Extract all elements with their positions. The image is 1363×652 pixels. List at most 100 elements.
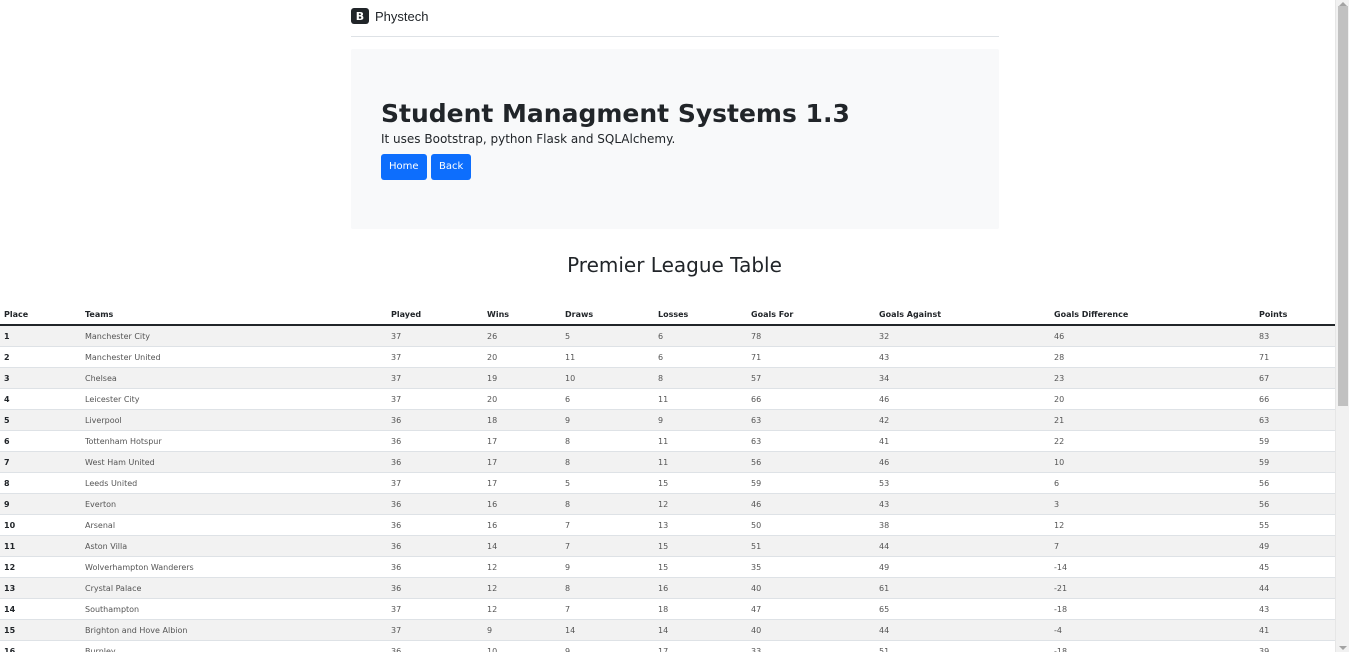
stat-cell: -4 (1050, 619, 1255, 641)
stat-cell: 5 (561, 325, 654, 347)
table-row: 1 Manchester City 37 26 5 6 78 32 46 83 (0, 325, 1349, 347)
stat-cell: 6 (654, 325, 747, 347)
team-cell: Arsenal (81, 514, 387, 536)
table-header-row: Place Teams Played Wins Draws Losses Goals For… (0, 305, 1349, 326)
stat-cell: -21 (1050, 577, 1255, 599)
stat-cell: 53 (875, 472, 1050, 494)
table-row: 9 Everton 36 16 8 12 46 43 3 56 (0, 493, 1349, 515)
table-row: 14 Southampton 37 12 7 18 47 65 -18 43 (0, 598, 1349, 620)
stat-cell: 37 (387, 472, 483, 494)
stat-cell: 20 (483, 388, 561, 410)
stat-cell: 8 (654, 367, 747, 389)
stat-cell: 47 (747, 598, 875, 620)
team-cell: Burnley (81, 640, 387, 652)
hero-panel: Student Managment Systems 1.3 It uses Bo… (351, 49, 999, 229)
stat-cell: -18 (1050, 598, 1255, 620)
stat-cell: 5 (561, 472, 654, 494)
stat-cell: 36 (387, 556, 483, 578)
page: B Phystech Student Managment Systems 1.3… (0, 0, 1349, 652)
stat-cell: 19 (483, 367, 561, 389)
stat-cell: 36 (387, 493, 483, 515)
hero-title: Student Managment Systems 1.3 (381, 99, 850, 128)
vertical-scrollbar[interactable] (1335, 0, 1349, 652)
stat-cell: 36 (387, 640, 483, 652)
stat-cell: 9 (561, 556, 654, 578)
stat-cell: 17 (654, 640, 747, 652)
place-cell: 4 (0, 388, 81, 410)
place-cell: 2 (0, 346, 81, 368)
column-header: Goals Difference (1050, 305, 1255, 326)
place-cell: 15 (0, 619, 81, 641)
stat-cell: 37 (387, 619, 483, 641)
column-header: Wins (483, 305, 561, 326)
stat-cell: 63 (747, 430, 875, 452)
table-row: 2 Manchester United 37 20 11 6 71 43 28 71 (0, 346, 1349, 368)
place-cell: 16 (0, 640, 81, 652)
stat-cell: 28 (1050, 346, 1255, 368)
team-cell: Leicester City (81, 388, 387, 410)
stat-cell: 12 (483, 598, 561, 620)
table-row: 8 Leeds United 37 17 5 15 59 53 6 56 (0, 472, 1349, 494)
stat-cell: 23 (1050, 367, 1255, 389)
stat-cell: -14 (1050, 556, 1255, 578)
stat-cell: 9 (561, 409, 654, 431)
stat-cell: 6 (561, 388, 654, 410)
stat-cell: 36 (387, 430, 483, 452)
stat-cell: 38 (875, 514, 1050, 536)
stat-cell: 18 (483, 409, 561, 431)
scrollbar-thumb[interactable] (1338, 6, 1348, 406)
place-cell: 8 (0, 472, 81, 494)
stat-cell: 20 (1050, 388, 1255, 410)
stat-cell: 12 (483, 577, 561, 599)
stat-cell: 46 (1050, 325, 1255, 347)
stat-cell: 34 (875, 367, 1050, 389)
back-button[interactable]: Back (430, 154, 472, 180)
place-cell: 9 (0, 493, 81, 515)
stat-cell: 9 (561, 640, 654, 652)
stat-cell: 16 (654, 577, 747, 599)
table-row: 16 Burnley 36 10 9 17 33 51 -18 39 (0, 640, 1349, 652)
place-cell: 6 (0, 430, 81, 452)
column-header: Losses (654, 305, 747, 326)
scroll-down-arrow-icon[interactable] (1339, 646, 1347, 650)
team-cell: Everton (81, 493, 387, 515)
stat-cell: 15 (654, 556, 747, 578)
table-row: 11 Aston Villa 36 14 7 15 51 44 7 49 (0, 535, 1349, 557)
stat-cell: 71 (747, 346, 875, 368)
stat-cell: 14 (654, 619, 747, 641)
stat-cell: 15 (654, 535, 747, 557)
column-header: Played (387, 305, 483, 326)
stat-cell: 46 (875, 451, 1050, 473)
brand-link[interactable]: B Phystech (351, 8, 428, 24)
stat-cell: 37 (387, 598, 483, 620)
place-cell: 7 (0, 451, 81, 473)
stat-cell: 17 (483, 430, 561, 452)
stat-cell: 13 (654, 514, 747, 536)
stat-cell: 78 (747, 325, 875, 347)
table-row: 4 Leicester City 37 20 6 11 66 46 20 66 (0, 388, 1349, 410)
place-cell: 13 (0, 577, 81, 599)
stat-cell: 12 (1050, 514, 1255, 536)
stat-cell: 21 (1050, 409, 1255, 431)
stat-cell: 8 (561, 430, 654, 452)
stat-cell: 12 (483, 556, 561, 578)
stat-cell: 16 (483, 514, 561, 536)
stat-cell: 51 (875, 640, 1050, 652)
stat-cell: 6 (654, 346, 747, 368)
table-title: Premier League Table (567, 253, 782, 277)
stat-cell: 8 (561, 451, 654, 473)
stat-cell: 40 (747, 577, 875, 599)
table-row: 12 Wolverhampton Wanderers 36 12 9 15 35 49 -14 4… (0, 556, 1349, 578)
team-cell: Brighton and Hove Albion (81, 619, 387, 641)
team-cell: Liverpool (81, 409, 387, 431)
team-cell: Southampton (81, 598, 387, 620)
stat-cell: 11 (654, 451, 747, 473)
stat-cell: 63 (747, 409, 875, 431)
stat-cell: 32 (875, 325, 1050, 347)
hero-subtitle: It uses Bootstrap, python Flask and SQLA… (381, 132, 676, 146)
place-cell: 3 (0, 367, 81, 389)
stat-cell: 10 (1050, 451, 1255, 473)
stat-cell: 51 (747, 535, 875, 557)
home-button[interactable]: Home (381, 154, 427, 180)
stat-cell: 46 (747, 493, 875, 515)
